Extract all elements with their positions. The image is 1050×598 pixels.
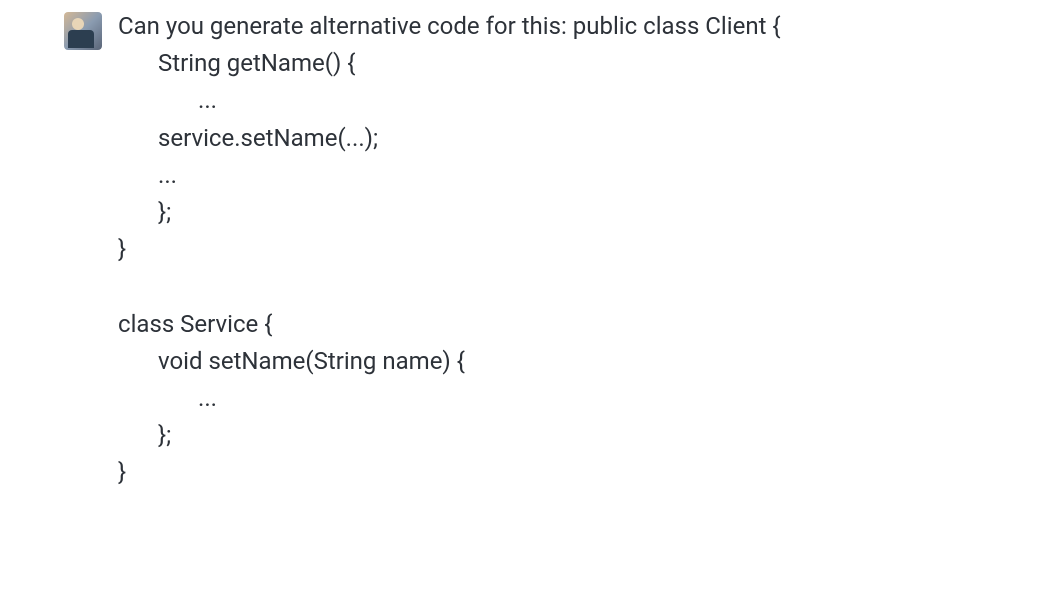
code-line: String getName() { <box>118 45 1030 82</box>
code-line: void setName(String name) { <box>118 343 1030 380</box>
code-line: class Service { <box>118 306 1030 343</box>
code-line: } <box>118 231 1030 268</box>
code-line: service.setName(...); <box>118 120 1030 157</box>
chat-message: Can you generate alternative code for th… <box>0 8 1050 491</box>
message-body: Can you generate alternative code for th… <box>118 8 1030 491</box>
avatar <box>64 12 102 50</box>
code-line: } <box>118 454 1030 491</box>
message-lead: Can you generate alternative code for th… <box>118 8 1030 45</box>
code-line: ... <box>118 380 1030 417</box>
code-line: }; <box>118 194 1030 231</box>
code-line: }; <box>118 417 1030 454</box>
blank-line <box>118 268 1030 305</box>
code-line: ... <box>118 157 1030 194</box>
code-line: ... <box>118 82 1030 119</box>
